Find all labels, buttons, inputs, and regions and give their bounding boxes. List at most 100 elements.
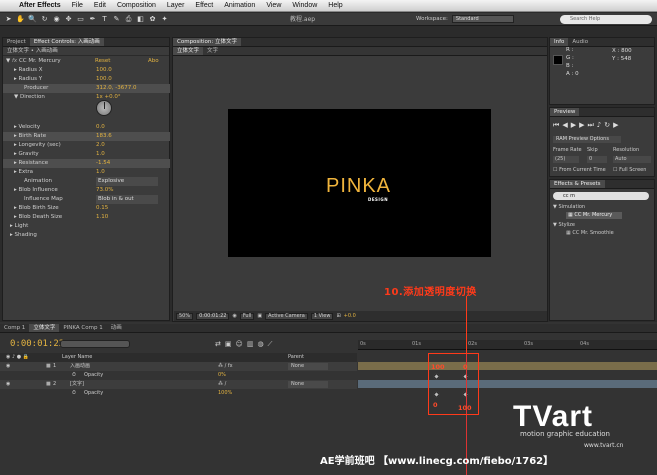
motion-blur-icon[interactable]: ◍ [257,340,267,348]
stopwatch-icon[interactable]: ⏱ [72,389,76,398]
timeline-search-input[interactable] [60,340,130,348]
param-radius-x[interactable]: ▸ Radius X [14,66,42,75]
param-value[interactable]: 1.10 [96,213,108,222]
layer-row[interactable]: ◉ ■ 1 入画动画 ⁂ / fx None [0,362,357,371]
layer-bar[interactable] [358,380,657,388]
pen-tool-icon[interactable]: ✒ [88,15,97,24]
visibility-icon[interactable]: ◉ [6,380,10,389]
exposure-value[interactable]: +0.0 [344,313,356,319]
eraser-tool-icon[interactable]: ◧ [136,15,145,24]
param-value[interactable]: -1.54 [96,159,110,168]
effect-item-cc-mr-mercury[interactable]: ▦ CC Mr. Mercury [566,212,622,219]
tab-audio[interactable]: Audio [568,38,592,46]
property-value[interactable]: 0% [218,371,226,380]
param-birth-rate[interactable]: ▸ Birth Rate [14,132,46,141]
parent-dropdown[interactable]: None [288,363,328,370]
draft-3d-icon[interactable]: ▣ [225,340,236,348]
comp-flowchart-icon[interactable]: ⇄ [215,340,225,348]
play-icon[interactable]: ▶ [571,121,579,129]
graph-editor-icon[interactable]: ⟋ [268,340,277,348]
param-value[interactable]: 0.15 [96,204,108,213]
frame-rate-dropdown[interactable]: (25) [553,156,579,163]
param-blob-birth-size[interactable]: ▸ Blob Birth Size [14,204,59,213]
param-gravity[interactable]: ▸ Gravity [14,150,39,159]
selection-tool-icon[interactable]: ➤ [4,15,13,24]
loop-icon[interactable]: ↻ [604,121,613,129]
effect-header[interactable]: ▼ fx CC Mr. Mercury [6,57,61,66]
snapshot-icon[interactable]: ◉ [232,313,236,319]
effect-reset-link[interactable]: Reset [95,57,110,66]
layer-bar[interactable] [358,362,657,370]
menu-app-name[interactable]: After Effects [19,2,61,9]
layer-name[interactable]: 入画动画 [70,362,90,371]
ram-preview-options[interactable]: RAM Preview Options [553,136,621,143]
influence-map-dropdown[interactable]: Blob in & out [96,195,158,204]
layer-switches[interactable]: ⁂ / [218,380,226,389]
shy-icon[interactable]: ☺ [236,340,247,348]
zoom-tool-icon[interactable]: 🔍 [28,15,37,24]
timeline-timecode[interactable]: 0:00:01:22 [10,339,64,349]
param-shading[interactable]: ▸ Shading [10,231,37,240]
subtab-3d-text[interactable]: 立体文字 [173,47,204,55]
visibility-icon[interactable]: ◉ [6,362,10,371]
prev-frame-icon[interactable]: ◀ [562,121,570,129]
type-tool-icon[interactable]: T [100,15,109,24]
first-frame-icon[interactable]: ⏮ [553,121,562,129]
frame-blend-icon[interactable]: ▥ [247,340,258,348]
effect-about-link[interactable]: Abo [148,57,159,66]
tab-pinka-comp-1[interactable]: PINKA Comp 1 [59,324,106,332]
param-blob-influence[interactable]: ▸ Blob Influence [14,186,58,195]
group-stylize[interactable]: ▼ Stylize [553,222,575,228]
view-layout-dropdown[interactable]: 1 View [310,312,334,320]
tab-3d-text[interactable]: 立体文字 [29,324,60,332]
pan-behind-tool-icon[interactable]: ✥ [64,15,73,24]
param-value[interactable]: 73.0% [96,186,113,195]
menu-help[interactable]: Help [328,2,342,9]
tab-effect-controls[interactable]: Effect Controls: 入画动画 [29,38,104,46]
tab-project[interactable]: Project [3,38,30,46]
param-radius-y[interactable]: ▸ Radius Y [14,75,42,84]
from-current-checkbox[interactable]: ☐ From Current Time [553,167,606,173]
property-value[interactable]: 100% [218,389,232,398]
resolution-dropdown-preview[interactable]: Auto [613,156,651,163]
workspace-dropdown[interactable]: Standard [451,15,514,23]
menu-composition[interactable]: Composition [117,2,156,9]
tab-preview[interactable]: Preview [550,108,580,116]
region-icon[interactable]: ▣ [257,313,262,319]
param-resistance[interactable]: ▸ Resistance [14,159,48,168]
param-longevity[interactable]: ▸ Longevity (sec) [14,141,61,150]
tab-animation[interactable]: 动画 [107,324,126,332]
layer-switches[interactable]: ⁂ / fx [218,362,233,371]
stopwatch-icon[interactable]: ⏱ [72,371,76,380]
param-value[interactable]: 2.0 [96,141,105,150]
param-light[interactable]: ▸ Light [10,222,28,231]
layer-row[interactable]: ◉ ■ 2 [文字] ⁂ / None [0,380,357,389]
subtab-text[interactable]: 文字 [203,47,222,55]
skip-dropdown[interactable]: 0 [587,156,607,163]
animation-dropdown[interactable]: Explosive [96,177,158,186]
param-value[interactable]: 1.0 [96,168,105,177]
effect-item-cc-mr-smoothie[interactable]: ▦ CC Mr. Smoothie [566,230,614,236]
search-help-input[interactable]: Search Help [560,15,652,24]
comp-timecode[interactable]: 0:00:01:22 [196,312,230,320]
tab-comp-1[interactable]: Comp 1 [0,324,29,332]
menu-layer[interactable]: Layer [167,2,185,9]
time-ruler[interactable]: 0s 01s 02s 03s 04s [358,340,657,350]
menu-window[interactable]: Window [292,2,317,9]
resolution-dropdown[interactable]: Full [239,312,255,320]
tab-info[interactable]: Info [550,38,569,46]
roto-brush-tool-icon[interactable]: ✿ [148,15,157,24]
direction-dial[interactable] [96,100,112,116]
param-velocity[interactable]: ▸ Velocity [14,123,40,132]
full-screen-checkbox[interactable]: ☐ Full Screen [613,167,646,173]
hand-tool-icon[interactable]: ✋ [16,15,25,24]
menu-view[interactable]: View [266,2,281,9]
param-value[interactable]: 0.0 [96,123,105,132]
camera-dropdown[interactable]: Active Camera [265,312,308,320]
param-value[interactable]: 1.0 [96,150,105,159]
puppet-pin-tool-icon[interactable]: ✦ [160,15,169,24]
last-frame-icon[interactable]: ⏭ [587,121,596,129]
tab-composition[interactable]: Composition: 立体文字 [173,38,241,46]
clone-stamp-tool-icon[interactable]: ⎙ [124,15,133,24]
parent-dropdown[interactable]: None [288,381,328,388]
